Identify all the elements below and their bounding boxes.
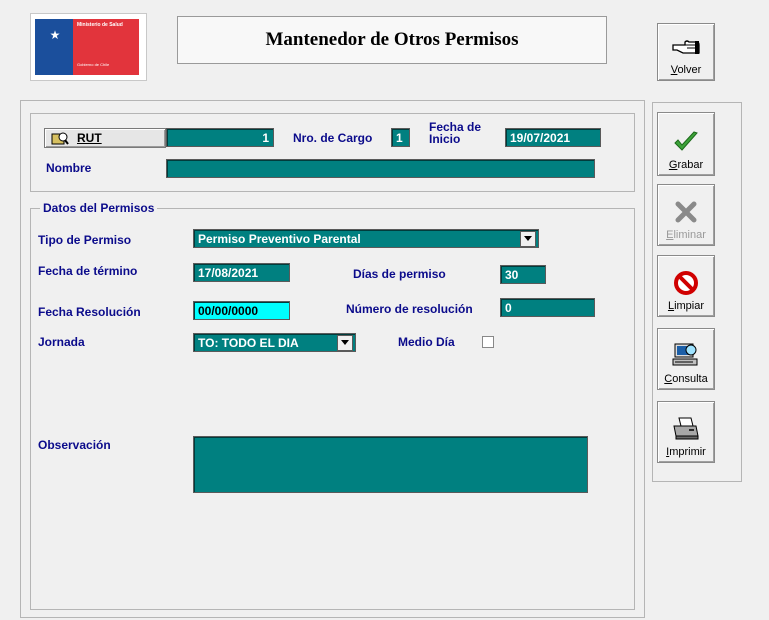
ministry-logo: ★ Ministerio de Salud Gobierno de Chile xyxy=(30,13,147,81)
fecha-inicio-field[interactable]: 19/07/2021 xyxy=(505,128,601,147)
logo-text-ministry: Ministerio de Salud xyxy=(77,22,123,28)
nombre-label: Nombre xyxy=(46,161,92,175)
logo-blue-field: ★ xyxy=(35,19,73,75)
checkmark-icon xyxy=(670,129,702,155)
consulta-button[interactable]: Consulta xyxy=(657,328,715,390)
volver-button[interactable]: Volver xyxy=(657,23,715,81)
tipo-permiso-select[interactable]: Permiso Preventivo Parental xyxy=(193,229,539,248)
numero-resolucion-label: Número de resolución xyxy=(346,302,473,316)
logo-star-icon: ★ xyxy=(49,28,61,42)
fecha-resolucion-label: Fecha Resolución xyxy=(38,305,141,319)
printer-icon xyxy=(670,416,702,442)
dias-permiso-label: Días de permiso xyxy=(353,267,446,281)
limpiar-label: Limpiar xyxy=(667,300,705,312)
numero-resolucion-field[interactable]: 0 xyxy=(500,298,595,317)
jornada-label: Jornada xyxy=(38,335,85,349)
fecha-inicio-label: Fecha de Inicio xyxy=(429,120,482,146)
volver-label: Volver xyxy=(670,64,702,76)
permiso-group-title: Datos del Permisos xyxy=(40,201,158,215)
jornada-value: TO: TODO EL DIA xyxy=(198,335,299,350)
nombre-field[interactable] xyxy=(166,159,595,178)
grabar-label: Grabar xyxy=(668,159,704,171)
observacion-label: Observación xyxy=(38,438,111,452)
grabar-button[interactable]: Grabar xyxy=(657,112,715,176)
tipo-permiso-value: Permiso Preventivo Parental xyxy=(198,231,361,246)
computer-search-icon xyxy=(670,343,702,369)
consulta-label: Consulta xyxy=(664,373,708,385)
rut-field[interactable]: 1 xyxy=(166,128,274,147)
page-title: Mantenedor de Otros Permisos xyxy=(177,16,607,64)
dias-permiso-field[interactable]: 30 xyxy=(500,265,546,284)
rut-search-button[interactable]: RUT xyxy=(44,128,166,148)
no-symbol-icon xyxy=(670,270,702,296)
pointing-hand-icon xyxy=(670,34,702,60)
imprimir-button[interactable]: Imprimir xyxy=(657,401,715,463)
medio-dia-label: Medio Día xyxy=(398,335,455,349)
observacion-field[interactable] xyxy=(193,436,588,493)
cargo-field[interactable]: 1 xyxy=(391,128,410,147)
search-folder-icon xyxy=(51,131,69,145)
imprimir-label: Imprimir xyxy=(666,446,706,458)
jornada-select[interactable]: TO: TODO EL DIA xyxy=(193,333,356,352)
eliminar-button[interactable]: Eliminar xyxy=(657,184,715,246)
chevron-down-icon[interactable] xyxy=(337,334,353,351)
fecha-resolucion-field[interactable]: 00/00/0000 xyxy=(193,301,290,320)
fecha-termino-field[interactable]: 17/08/2021 xyxy=(193,263,290,282)
x-icon xyxy=(670,199,702,225)
employee-group xyxy=(30,113,635,192)
tipo-permiso-label: Tipo de Permiso xyxy=(38,233,132,247)
limpiar-button[interactable]: Limpiar xyxy=(657,255,715,317)
rut-label: RUT xyxy=(77,131,102,145)
logo-text-gobierno: Gobierno de Chile xyxy=(77,62,110,67)
eliminar-label: Eliminar xyxy=(666,229,706,241)
chevron-down-icon[interactable] xyxy=(520,230,536,247)
fecha-termino-label: Fecha de término xyxy=(38,264,138,278)
medio-dia-checkbox[interactable] xyxy=(482,336,494,348)
cargo-label: Nro. de Cargo xyxy=(293,131,373,145)
